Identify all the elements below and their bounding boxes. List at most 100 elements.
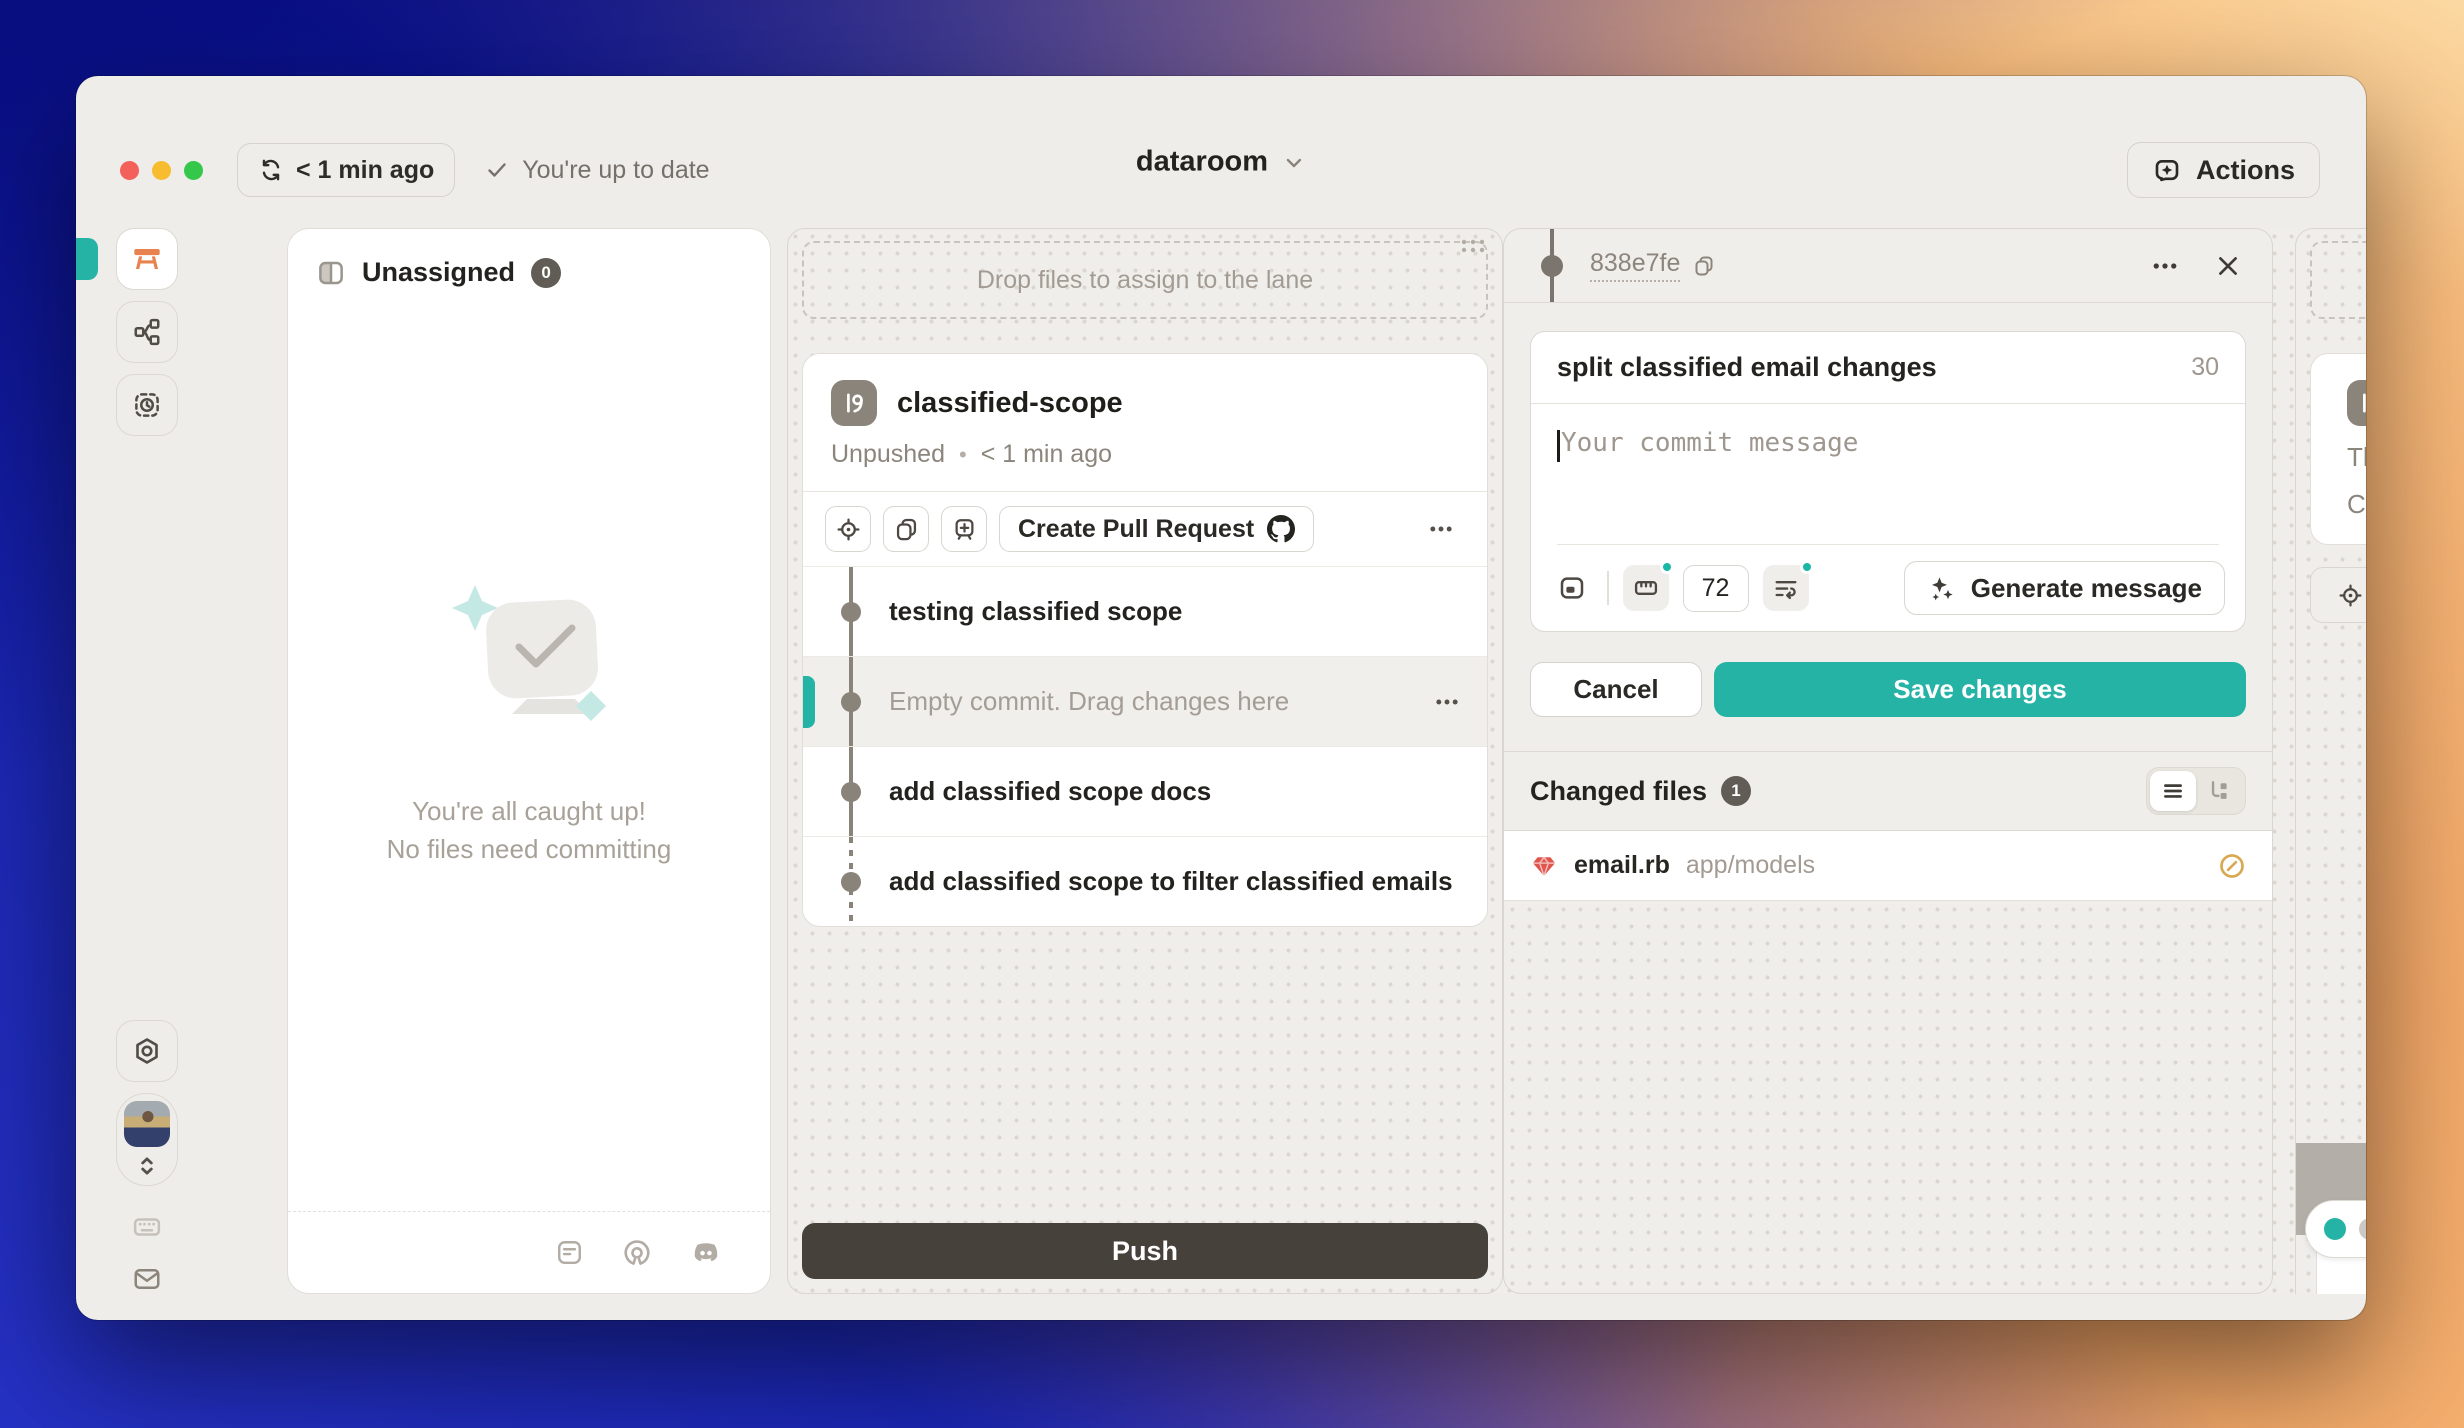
commit-row[interactable]: add classified scope docs <box>803 746 1487 836</box>
drawer-background <box>1504 901 2272 1293</box>
title-char-counter: 30 <box>2191 353 2219 382</box>
keyboard-shortcuts-button[interactable] <box>116 1212 178 1242</box>
rail-bottom <box>116 1020 178 1294</box>
wrap-text-button[interactable] <box>1763 565 1809 611</box>
empty-state: You're all caught up! No files need comm… <box>288 236 770 1211</box>
branch-icon <box>831 380 877 426</box>
traffic-lights <box>120 161 203 180</box>
next-branch-card[interactable]: Th Cre <box>2310 353 2366 545</box>
message-toolbar: Generate message <box>1531 545 2245 631</box>
empty-title: You're all caught up! <box>387 793 672 831</box>
minimize-window-button[interactable] <box>152 161 171 180</box>
rail-settings-button[interactable] <box>116 1020 178 1082</box>
open-source-icon[interactable] <box>622 1238 652 1268</box>
changelog-icon[interactable] <box>555 1238 584 1267</box>
text-caret <box>1557 430 1560 462</box>
lane-dropzone[interactable]: Drop files to assign to the lane <box>802 241 1488 319</box>
close-drawer-icon[interactable] <box>2214 252 2242 280</box>
modified-status-icon <box>2218 852 2246 880</box>
project-switcher[interactable]: dataroom <box>1136 146 1306 179</box>
enabled-indicator-dot <box>1660 560 1674 574</box>
commit-row[interactable]: testing classified scope <box>803 566 1487 656</box>
next-lane-dropzone[interactable] <box>2310 241 2366 319</box>
drawer-header: 838e7fe <box>1504 229 2272 303</box>
feedback-mail-button[interactable] <box>116 1264 178 1294</box>
rail-history-button[interactable] <box>116 374 178 436</box>
next-lane-footer <box>2316 1162 2366 1294</box>
pager-dot[interactable] <box>2359 1218 2366 1240</box>
branch-name: classified-scope <box>897 387 1123 420</box>
list-view-button[interactable] <box>2150 771 2196 811</box>
lane-pager <box>2305 1200 2366 1258</box>
chevron-sort-icon <box>134 1153 160 1179</box>
commit-message: testing classified scope <box>889 596 1182 627</box>
github-icon <box>1267 515 1295 543</box>
changed-file-row[interactable]: email.rb app/models <box>1504 831 2272 901</box>
branch-header[interactable]: classified-scope Unpushed < 1 min ago <box>803 354 1487 491</box>
next-lane-text: Th <box>2347 442 2366 473</box>
sync-button[interactable]: < 1 min ago <box>237 143 455 197</box>
enabled-indicator-dot <box>1800 560 1814 574</box>
stacked-branch-button[interactable] <box>941 506 987 552</box>
commit-node <box>841 602 861 622</box>
duplicate-branch-button[interactable] <box>883 506 929 552</box>
zoom-window-button[interactable] <box>184 161 203 180</box>
branch-kebab-menu[interactable] <box>1427 515 1465 543</box>
branch-status: Unpushed <box>831 440 945 469</box>
ruler-toggle-button[interactable] <box>1623 565 1669 611</box>
rail-branches-button[interactable] <box>116 301 178 363</box>
main-area: Unassigned 0 You're all ca <box>76 228 2366 1320</box>
commit-row-empty[interactable]: Empty commit. Drag changes here <box>803 656 1487 746</box>
commit-title-input[interactable]: split classified email changes <box>1557 352 1937 383</box>
empty-subtitle: No files need committing <box>387 831 672 869</box>
commit-edit-card: split classified email changes 30 Your c… <box>1530 331 2246 632</box>
commit-sha-link[interactable]: 838e7fe <box>1590 249 1680 282</box>
create-pr-label: Create Pull Request <box>1018 515 1254 544</box>
divider <box>1607 571 1609 605</box>
editor-mode-button[interactable] <box>1551 567 1593 609</box>
branch-toolbar: Create Pull Request <box>803 491 1487 566</box>
changed-files-header: Changed files 1 <box>1504 751 2272 831</box>
sync-label: < 1 min ago <box>296 156 434 185</box>
cancel-button[interactable]: Cancel <box>1530 662 1702 717</box>
lane-drag-handle-icon[interactable] <box>1458 237 1488 255</box>
wrap-width-input[interactable] <box>1683 565 1749 612</box>
uptodate-label: You're up to date <box>522 156 709 185</box>
create-pull-request-button[interactable]: Create Pull Request <box>999 506 1314 552</box>
close-window-button[interactable] <box>120 161 139 180</box>
set-target-button[interactable] <box>825 506 871 552</box>
commit-message-input[interactable]: Your commit message <box>1531 404 2245 544</box>
workspace-canvas: Drop files to assign to the lane classif <box>787 228 2366 1294</box>
history-icon <box>132 390 162 420</box>
file-path: app/models <box>1686 851 1815 880</box>
copy-sha-icon[interactable] <box>1692 254 1716 278</box>
generate-message-button[interactable]: Generate message <box>1904 561 2225 615</box>
branch-card: classified-scope Unpushed < 1 min ago <box>802 353 1488 927</box>
uptodate-status: You're up to date <box>485 156 709 185</box>
commit-node <box>1541 255 1563 277</box>
tree-view-button[interactable] <box>2196 771 2242 811</box>
branch-icon <box>2347 380 2366 426</box>
commit-row[interactable]: add classified scope to filter classifie… <box>803 836 1487 926</box>
commit-kebab-menu[interactable] <box>1433 688 1461 716</box>
chevron-down-icon <box>1282 150 1306 174</box>
push-button[interactable]: Push <box>802 1223 1488 1279</box>
caught-up-illustration <box>435 579 623 747</box>
discord-icon[interactable] <box>690 1237 722 1269</box>
commit-message: Empty commit. Drag changes here <box>889 686 1289 717</box>
unassigned-footer <box>288 1211 770 1293</box>
save-changes-button[interactable]: Save changes <box>1714 662 2246 717</box>
drawer-kebab-menu[interactable] <box>2150 251 2180 281</box>
pager-dot-active[interactable] <box>2324 1218 2346 1240</box>
check-icon <box>485 158 509 182</box>
commit-list: testing classified scope Empty commit. D… <box>803 566 1487 926</box>
account-switcher[interactable] <box>116 1093 178 1186</box>
next-lane-target-button[interactable] <box>2310 567 2366 623</box>
actions-button[interactable]: Actions <box>2127 142 2320 198</box>
settings-icon <box>132 1036 162 1066</box>
commit-node <box>841 692 861 712</box>
workbench-icon <box>131 243 163 275</box>
dot-separator <box>959 440 967 469</box>
changed-files-count-badge: 1 <box>1721 776 1751 806</box>
rail-workspace-button[interactable] <box>116 228 178 290</box>
